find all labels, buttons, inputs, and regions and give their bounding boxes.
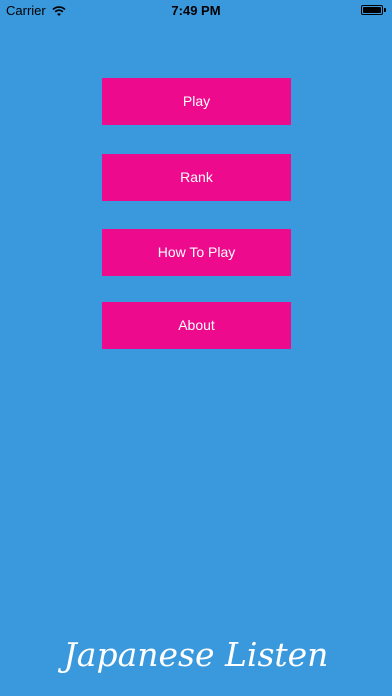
about-button[interactable]: About: [102, 302, 291, 349]
battery-tip: [384, 8, 386, 12]
play-button[interactable]: Play: [102, 78, 291, 125]
status-time: 7:49 PM: [171, 3, 221, 18]
how-to-play-button[interactable]: How To Play: [102, 229, 291, 276]
battery-level-fill: [363, 7, 381, 13]
app-title: Japanese Listen: [63, 635, 329, 674]
status-bar: Carrier 7:49 PM: [0, 0, 392, 22]
battery-body: [361, 5, 383, 15]
rank-button[interactable]: Rank: [102, 154, 291, 201]
battery-icon: [361, 5, 386, 15]
